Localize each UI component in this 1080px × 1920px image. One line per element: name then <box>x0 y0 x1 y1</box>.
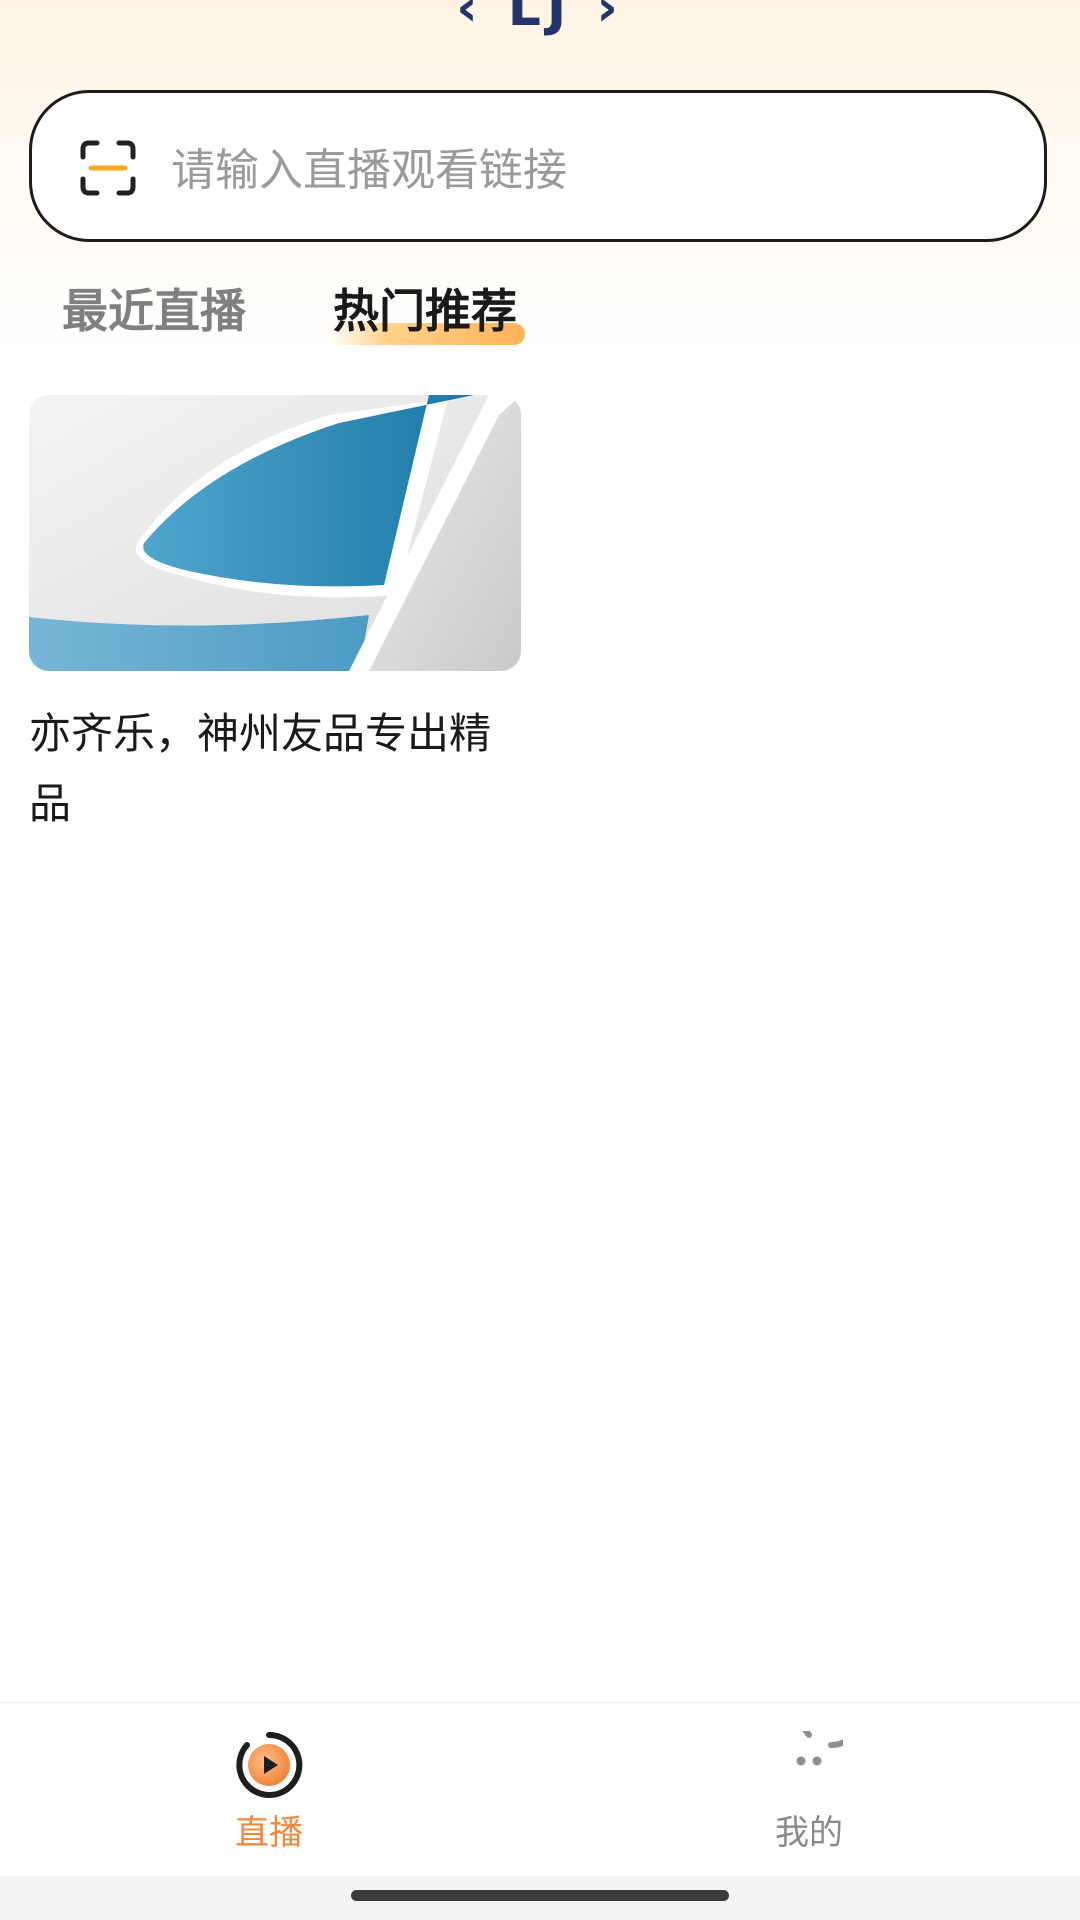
nav-label-mine: 我的 <box>775 1813 843 1853</box>
nav-item-mine[interactable]: 我的 <box>709 1682 909 1854</box>
smiley-profile-icon <box>775 1682 865 1799</box>
search-bar[interactable]: 请输入直播观看链接 <box>29 90 1047 242</box>
live-card-title[interactable]: 亦齐乐，神州友品专出精品 <box>29 699 499 839</box>
app-logo: ‹ LJ › <box>456 0 624 38</box>
tab-hot-recommend[interactable]: 热门推荐 <box>329 275 525 345</box>
nav-label-live: 直播 <box>235 1813 303 1853</box>
tab-recent-live[interactable]: 最近直播 <box>62 275 246 341</box>
app-screen: ‹ LJ › 请输入直播观看链接 最近直播 热门推荐 亦齐乐，神州友品专出精品 … <box>0 0 1080 1920</box>
tab-hot-recommend-label: 热门推荐 <box>333 284 517 338</box>
tab-bar: 最近直播 热门推荐 <box>0 275 1080 355</box>
system-home-area <box>0 1876 1080 1920</box>
search-input[interactable]: 请输入直播观看链接 <box>171 134 567 198</box>
nav-item-live[interactable]: 直播 <box>169 1731 369 1854</box>
tab-recent-live-label: 最近直播 <box>62 284 246 338</box>
home-indicator[interactable] <box>351 1890 729 1901</box>
live-card-thumbnail[interactable] <box>29 395 521 671</box>
live-play-icon <box>235 1731 303 1799</box>
scan-icon[interactable] <box>79 139 137 197</box>
bottom-nav: 直播 我的 <box>0 1682 1080 1877</box>
live-card[interactable]: 亦齐乐，神州友品专出精品 <box>29 395 521 839</box>
